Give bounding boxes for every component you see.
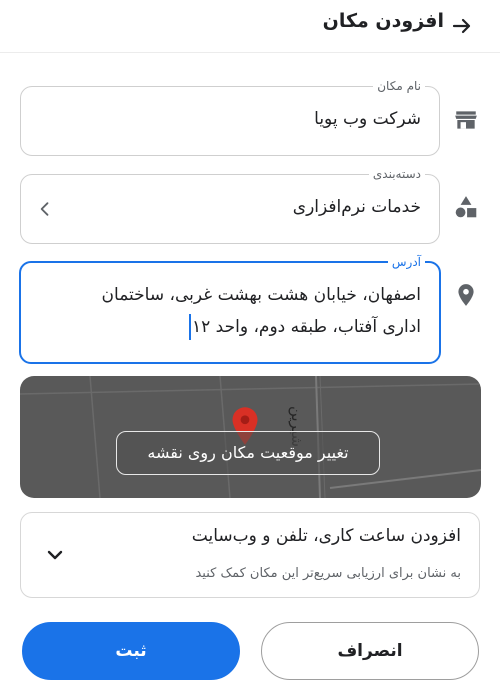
text-cursor <box>189 314 191 340</box>
address-field[interactable]: آدرس اصفهان، خیابان هشت بهشت غربی، ساختم… <box>19 253 441 364</box>
address-line-1: اصفهان، خیابان هشت بهشت غربی، ساختمان <box>101 285 421 305</box>
chevron-down-icon[interactable] <box>43 543 67 567</box>
address-label: آدرس <box>387 253 425 271</box>
cancel-button[interactable]: انصراف <box>261 622 479 680</box>
address-line-2: اداری آفتاب، طبقه دوم، واحد ۱۲ <box>192 317 421 337</box>
change-location-button[interactable]: تغییر موقعیت مکان روی نقشه <box>116 431 380 475</box>
category-label: دسته‌بندی <box>368 165 425 183</box>
location-pin-icon <box>458 284 474 306</box>
category-value[interactable]: خدمات نرم‌افزاری <box>293 197 421 217</box>
chevron-left-icon[interactable] <box>35 199 55 219</box>
top-app-bar: افزودن مکان <box>0 0 500 53</box>
page-title: افزودن مکان <box>322 10 444 32</box>
store-icon <box>455 111 477 129</box>
category-icon <box>455 196 477 218</box>
place-name-field[interactable]: نام مکان شرکت وب پویا <box>20 77 440 156</box>
category-field[interactable]: دسته‌بندی خدمات نرم‌افزاری <box>20 165 440 244</box>
map-preview[interactable]: شیرین تغییر موقعیت مکان روی نقشه <box>20 376 481 498</box>
add-hours-title: افزودن ساعت کاری، تلفن و وب‌سایت <box>191 526 461 546</box>
place-name-value[interactable]: شرکت وب پویا <box>314 109 421 129</box>
place-name-label: نام مکان <box>373 77 425 95</box>
arrow-back-icon[interactable] <box>450 14 474 38</box>
add-hours-card[interactable]: افزودن ساعت کاری، تلفن و وب‌سایت به نشان… <box>20 512 480 598</box>
submit-button[interactable]: ثبت <box>22 622 240 680</box>
address-line-2-row: اداری آفتاب، طبقه دوم، واحد ۱۲ <box>31 311 421 343</box>
address-value[interactable]: اصفهان، خیابان هشت بهشت غربی، ساختمان اد… <box>31 279 421 343</box>
add-hours-subtitle: به نشان برای ارزیابی سریع‌تر این مکان کم… <box>195 566 461 581</box>
